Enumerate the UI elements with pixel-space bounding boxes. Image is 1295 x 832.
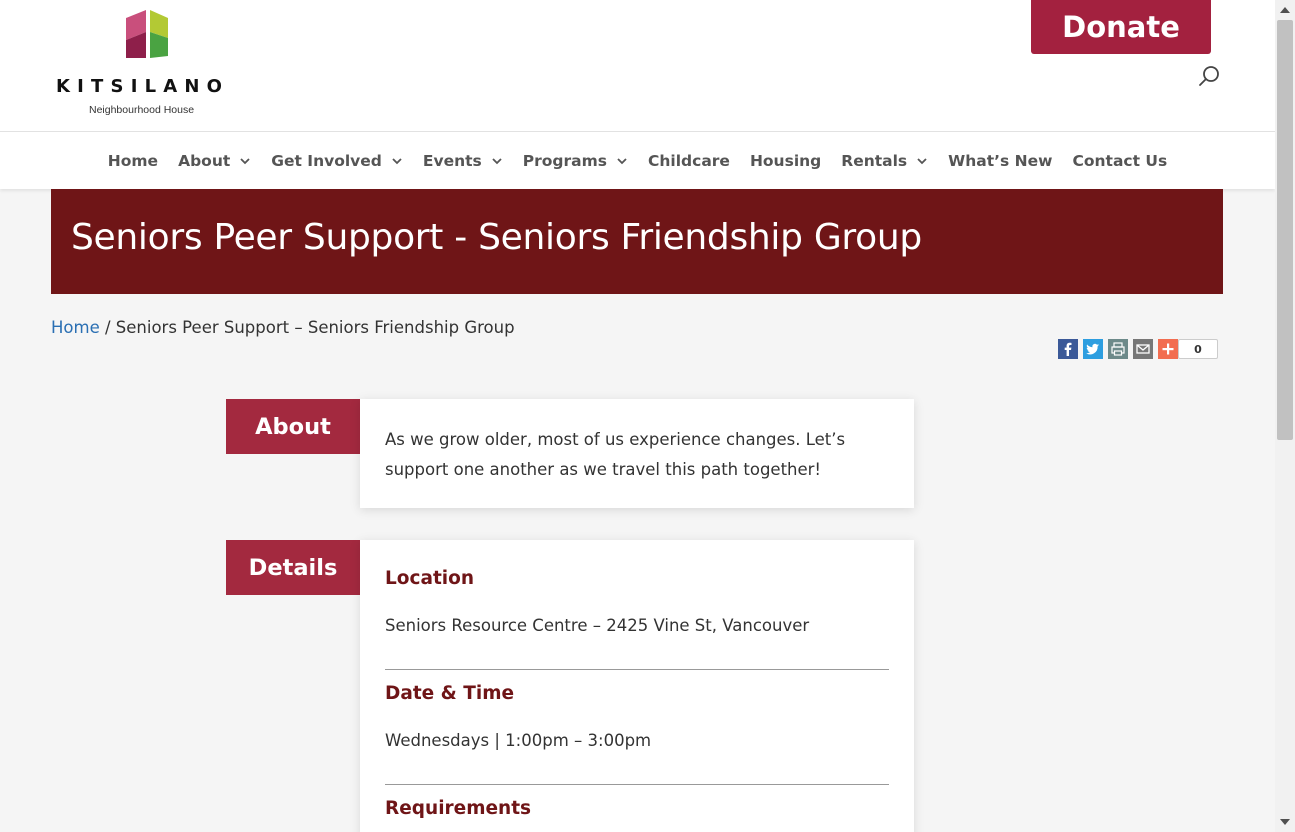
location-value: Seniors Resource Centre – 2425 Vine St, … (385, 616, 810, 635)
share-bar: 0 (1058, 339, 1218, 359)
main-nav: Home About Get Involved Events Programs Child… (0, 132, 1275, 189)
page-hero: Seniors Peer Support - Seniors Friendshi… (51, 189, 1223, 294)
nav-item-childcare[interactable]: Childcare (648, 152, 730, 170)
twitter-icon[interactable] (1083, 339, 1103, 359)
nav-item-label: What’s New (948, 151, 1053, 170)
nav-item-label: Home (107, 151, 159, 170)
nav-item-what-s-new[interactable]: What’s New (948, 152, 1052, 170)
nav-item-contact-us[interactable]: Contact Us (1072, 152, 1167, 170)
site-logo[interactable]: KITSILANO Neighbourhood House (56, 8, 246, 120)
scroll-up-icon[interactable] (1275, 0, 1295, 20)
nav-item-home[interactable]: Home (108, 152, 158, 170)
scroll-thumb[interactable] (1277, 20, 1293, 440)
share-count: 0 (1178, 339, 1218, 359)
breadcrumb-current: Seniors Peer Support – Seniors Friendshi… (115, 318, 515, 337)
chevron-down-icon[interactable] (491, 155, 503, 167)
about-tag: About (226, 399, 360, 454)
location-block: Location (385, 568, 889, 589)
nav-item-rentals[interactable]: Rentals (841, 152, 928, 170)
nav-item-get-involved[interactable]: Get Involved (271, 152, 403, 170)
nav-item-events[interactable]: Events (423, 152, 503, 170)
page-scrollbar[interactable] (1275, 0, 1295, 832)
breadcrumb: Home / Seniors Peer Support – Seniors Fr… (51, 318, 515, 337)
location-label: Location (385, 568, 475, 589)
page-title: Seniors Peer Support - Seniors Friendshi… (71, 217, 922, 258)
nav-item-programs[interactable]: Programs (523, 152, 628, 170)
datetime-block: Date & Time (385, 683, 889, 704)
datetime-label: Date & Time (385, 683, 515, 704)
search-icon[interactable] (1198, 64, 1222, 88)
logo-wordmark: KITSILANO (56, 76, 230, 97)
facebook-icon[interactable] (1058, 339, 1078, 359)
nav-item-housing[interactable]: Housing (750, 152, 821, 170)
nav-item-label: Programs (522, 151, 607, 170)
chevron-down-icon[interactable] (239, 155, 251, 167)
chevron-down-icon[interactable] (391, 155, 403, 167)
nav-item-label: About (178, 151, 231, 170)
nav-item-label: Childcare (648, 151, 730, 170)
logo-mark-icon (126, 10, 168, 58)
requirements-label: Requirements (385, 798, 532, 819)
location-value-wrap: Seniors Resource Centre – 2425 Vine St, … (385, 616, 889, 635)
breadcrumb-home-link[interactable]: Home (51, 318, 100, 337)
breadcrumb-separator: / (99, 318, 116, 337)
details-tag: Details (226, 540, 360, 595)
email-icon[interactable] (1133, 339, 1153, 359)
nav-item-label: Contact Us (1072, 151, 1168, 170)
divider (385, 669, 889, 670)
about-text: As we grow older, most of us experience … (385, 430, 846, 479)
requirements-block: Requirements (385, 798, 889, 819)
logo-subtitle: Neighbourhood House (89, 104, 195, 116)
nav-item-label: Events (422, 151, 482, 170)
site-header: KITSILANO Neighbourhood House Donate (0, 0, 1275, 132)
nav-item-label: Get Involved (271, 151, 382, 170)
print-icon[interactable] (1108, 339, 1128, 359)
nav-item-about[interactable]: About (178, 152, 251, 170)
datetime-value-wrap: Wednesdays | 1:00pm – 3:00pm (385, 731, 889, 750)
details-card: Location Seniors Resource Centre – 2425 … (360, 540, 914, 832)
nav-item-label: Housing (749, 151, 822, 170)
datetime-value: Wednesdays | 1:00pm – 3:00pm (385, 731, 652, 750)
chevron-down-icon[interactable] (616, 155, 628, 167)
donate-button[interactable]: Donate (1031, 0, 1211, 54)
about-card: As we grow older, most of us experience … (360, 399, 914, 508)
chevron-down-icon[interactable] (916, 155, 928, 167)
divider (385, 784, 889, 785)
plus-icon[interactable] (1158, 339, 1178, 359)
nav-item-label: Rentals (841, 151, 908, 170)
scroll-down-icon[interactable] (1275, 812, 1295, 832)
